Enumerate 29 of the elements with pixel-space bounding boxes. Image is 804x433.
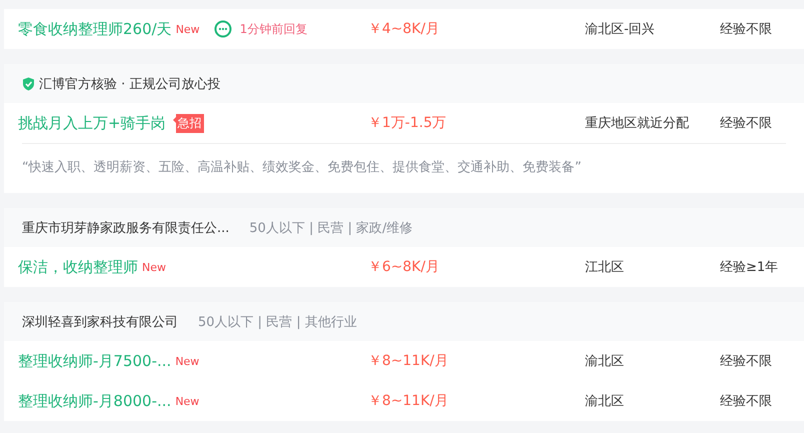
location: 江北区 xyxy=(585,259,625,276)
company-name[interactable]: 重庆市玥芽静家政服务有限责任公... xyxy=(22,218,230,236)
company-info: 50人以下 | 民营 | 家政/维修 xyxy=(249,220,413,236)
chat-icon xyxy=(214,20,232,38)
location: 渝北区 xyxy=(585,393,625,410)
experience: 经验不限 xyxy=(720,115,773,132)
urgent-tag: 急招 xyxy=(176,114,204,132)
location: 重庆地区就近分配 xyxy=(585,115,690,132)
experience: 经验不限 xyxy=(720,393,773,410)
salary: ￥1万-1.5万 xyxy=(368,114,448,132)
salary: ￥4~8K/月 xyxy=(368,20,440,38)
experience: 经验不限 xyxy=(720,353,773,370)
salary: ￥8~11K/月 xyxy=(368,392,450,410)
experience: 经验≥1年 xyxy=(720,259,780,276)
job-benefits: “快速入职、透明薪资、五险、高温补贴、绩效奖金、免费包住、提供食堂、交通补助、免费装备” xyxy=(22,143,786,193)
company-info: 50人以下 | 民营 | 其他行业 xyxy=(198,314,357,330)
shield-icon xyxy=(22,76,35,90)
company-name[interactable]: 深圳轻喜到家科技有限公司 xyxy=(22,312,178,330)
salary: ￥6~8K/月 xyxy=(368,258,440,276)
new-tag: New xyxy=(176,22,200,36)
verified-notice: 汇博官方核验 · 正规公司放心投 xyxy=(39,76,220,92)
experience: 经验不限 xyxy=(720,21,773,38)
location: 渝北区 xyxy=(585,353,625,370)
location: 渝北区-回兴 xyxy=(585,21,656,38)
new-tag: New xyxy=(175,394,200,408)
salary: ￥8~11K/月 xyxy=(368,352,450,370)
reply-time: 1分钟前回复 xyxy=(240,20,308,38)
new-tag: New xyxy=(175,354,200,368)
new-tag: New xyxy=(142,260,166,274)
